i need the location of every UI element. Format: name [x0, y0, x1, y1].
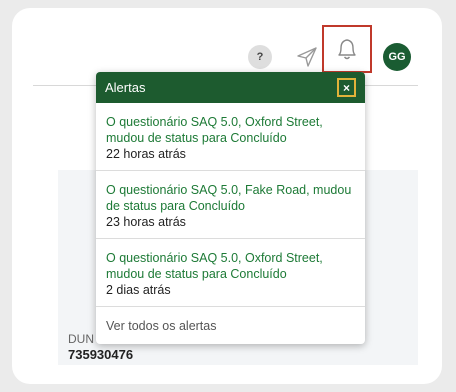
close-alerts-button[interactable]: × [337, 78, 356, 97]
bell-icon [338, 39, 356, 60]
alerts-dropdown: Alertas × O questionário SAQ 5.0, Oxford… [96, 72, 365, 344]
avatar-initials: GG [388, 51, 406, 63]
view-all-alerts-link[interactable]: Ver todos os alertas [96, 307, 365, 344]
alert-time: 22 horas atrás [106, 147, 186, 161]
alert-item[interactable]: O questionário SAQ 5.0, Oxford Street, m… [96, 239, 365, 307]
dun-label: DUN [68, 332, 94, 346]
alerts-title: Alertas [105, 80, 146, 95]
alert-item[interactable]: O questionário SAQ 5.0, Fake Road, mudou… [96, 171, 365, 239]
alerts-header: Alertas × [96, 72, 365, 103]
notifications-button[interactable] [322, 25, 372, 73]
alert-item[interactable]: O questionário SAQ 5.0, Oxford Street, m… [96, 103, 365, 171]
help-icon: ? [256, 51, 264, 63]
send-button[interactable] [294, 44, 320, 70]
alert-message: O questionário SAQ 5.0, Fake Road, mudou… [106, 183, 352, 213]
alert-time: 2 dias atrás [106, 283, 171, 297]
avatar[interactable]: GG [383, 43, 411, 71]
alert-message: O questionário SAQ 5.0, Oxford Street, m… [106, 251, 323, 281]
send-icon [297, 47, 317, 67]
dun-value: 735930476 [68, 347, 134, 362]
close-icon: × [342, 80, 350, 95]
help-button[interactable]: ? [248, 45, 272, 69]
alert-time: 23 horas atrás [106, 215, 186, 229]
alert-message: O questionário SAQ 5.0, Oxford Street, m… [106, 115, 323, 145]
